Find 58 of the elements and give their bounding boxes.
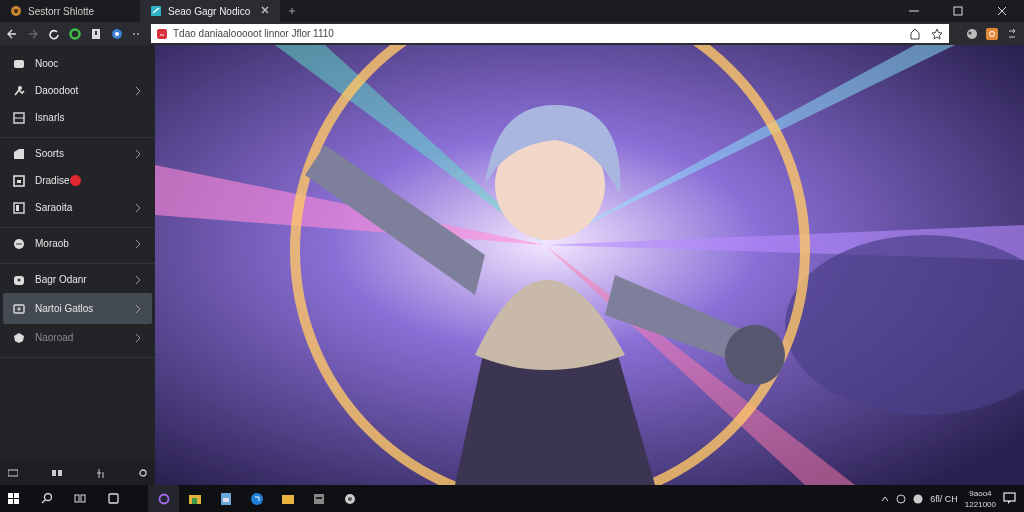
sidebar-item[interactable]: Nooc xyxy=(3,50,152,77)
forward-icon[interactable] xyxy=(27,27,39,40)
menu-item-icon xyxy=(13,302,25,315)
browser-tab[interactable]: Sestorr Shlotte xyxy=(0,0,140,22)
swap-icon[interactable] xyxy=(1006,27,1018,40)
disc-icon[interactable] xyxy=(343,492,356,505)
ring-icon[interactable] xyxy=(69,27,81,40)
tab-title: Seao Gagr Nodico xyxy=(168,5,251,17)
windows-icon[interactable] xyxy=(8,493,19,504)
sidebar-item[interactable]: Soorts xyxy=(3,140,152,167)
tab-title: Sestorr Shlotte xyxy=(28,5,95,17)
browser-tab[interactable]: Seao Gagr Nodico xyxy=(140,0,280,22)
reload-icon[interactable] xyxy=(48,27,60,40)
sidebar-item[interactable]: Nartoi Gatlos xyxy=(3,293,152,324)
clock[interactable]: 9aoo4 1221000 xyxy=(964,487,996,510)
notification-icon[interactable] xyxy=(1003,492,1016,505)
page-icon xyxy=(150,5,162,17)
new-tab-icon[interactable] xyxy=(288,7,296,15)
sidebar-item[interactable]: Daoodoot xyxy=(3,77,152,104)
sidebar-item[interactable]: Isnarls xyxy=(3,104,152,131)
folder-icon[interactable] xyxy=(188,492,201,505)
task-view-icon[interactable] xyxy=(74,493,86,504)
document-icon[interactable] xyxy=(219,492,232,505)
maximize-icon[interactable] xyxy=(953,6,963,16)
sidebar-item[interactable]: Bagr Odanr xyxy=(3,266,152,293)
site-icon xyxy=(157,28,167,39)
folder-icon[interactable] xyxy=(281,492,294,505)
menu-item-icon xyxy=(13,331,25,344)
sidebar-item[interactable]: Saraoita xyxy=(3,194,152,221)
menu-item-icon xyxy=(13,147,25,160)
menu-item-icon xyxy=(13,237,25,250)
menu-item-icon xyxy=(13,111,25,124)
close-icon[interactable] xyxy=(997,6,1007,16)
bookmark-icon[interactable] xyxy=(90,27,102,40)
back-icon[interactable] xyxy=(6,27,18,40)
panel-icon[interactable] xyxy=(8,469,18,477)
sidebar-item[interactable]: Dradise xyxy=(3,167,152,194)
sliders-icon[interactable] xyxy=(97,468,106,478)
language-indicator[interactable]: 6fl/ CH xyxy=(930,493,958,504)
chevron-up-icon[interactable] xyxy=(881,494,890,503)
archive-icon[interactable] xyxy=(312,492,325,505)
star-icon[interactable] xyxy=(931,27,943,40)
window-icon[interactable] xyxy=(108,493,119,504)
search-icon[interactable] xyxy=(41,493,52,504)
settings-icon[interactable] xyxy=(138,469,147,477)
menu-item-icon xyxy=(13,57,25,70)
close-icon[interactable] xyxy=(260,5,270,15)
grid-icon[interactable] xyxy=(51,469,64,477)
menu-item-icon xyxy=(13,174,25,187)
circle-icon[interactable] xyxy=(157,492,170,505)
target-icon[interactable] xyxy=(111,27,123,40)
extension-icon[interactable] xyxy=(986,27,998,40)
browser-icon[interactable] xyxy=(250,492,263,505)
address-field[interactable]: Tdao daniaalooooot linnor Jflor 1110 xyxy=(151,24,949,43)
menu-item-icon xyxy=(13,273,25,286)
menu-item-icon xyxy=(13,201,25,214)
menu-item-icon xyxy=(13,84,25,97)
sidebar-item[interactable]: Moraob xyxy=(3,230,152,257)
